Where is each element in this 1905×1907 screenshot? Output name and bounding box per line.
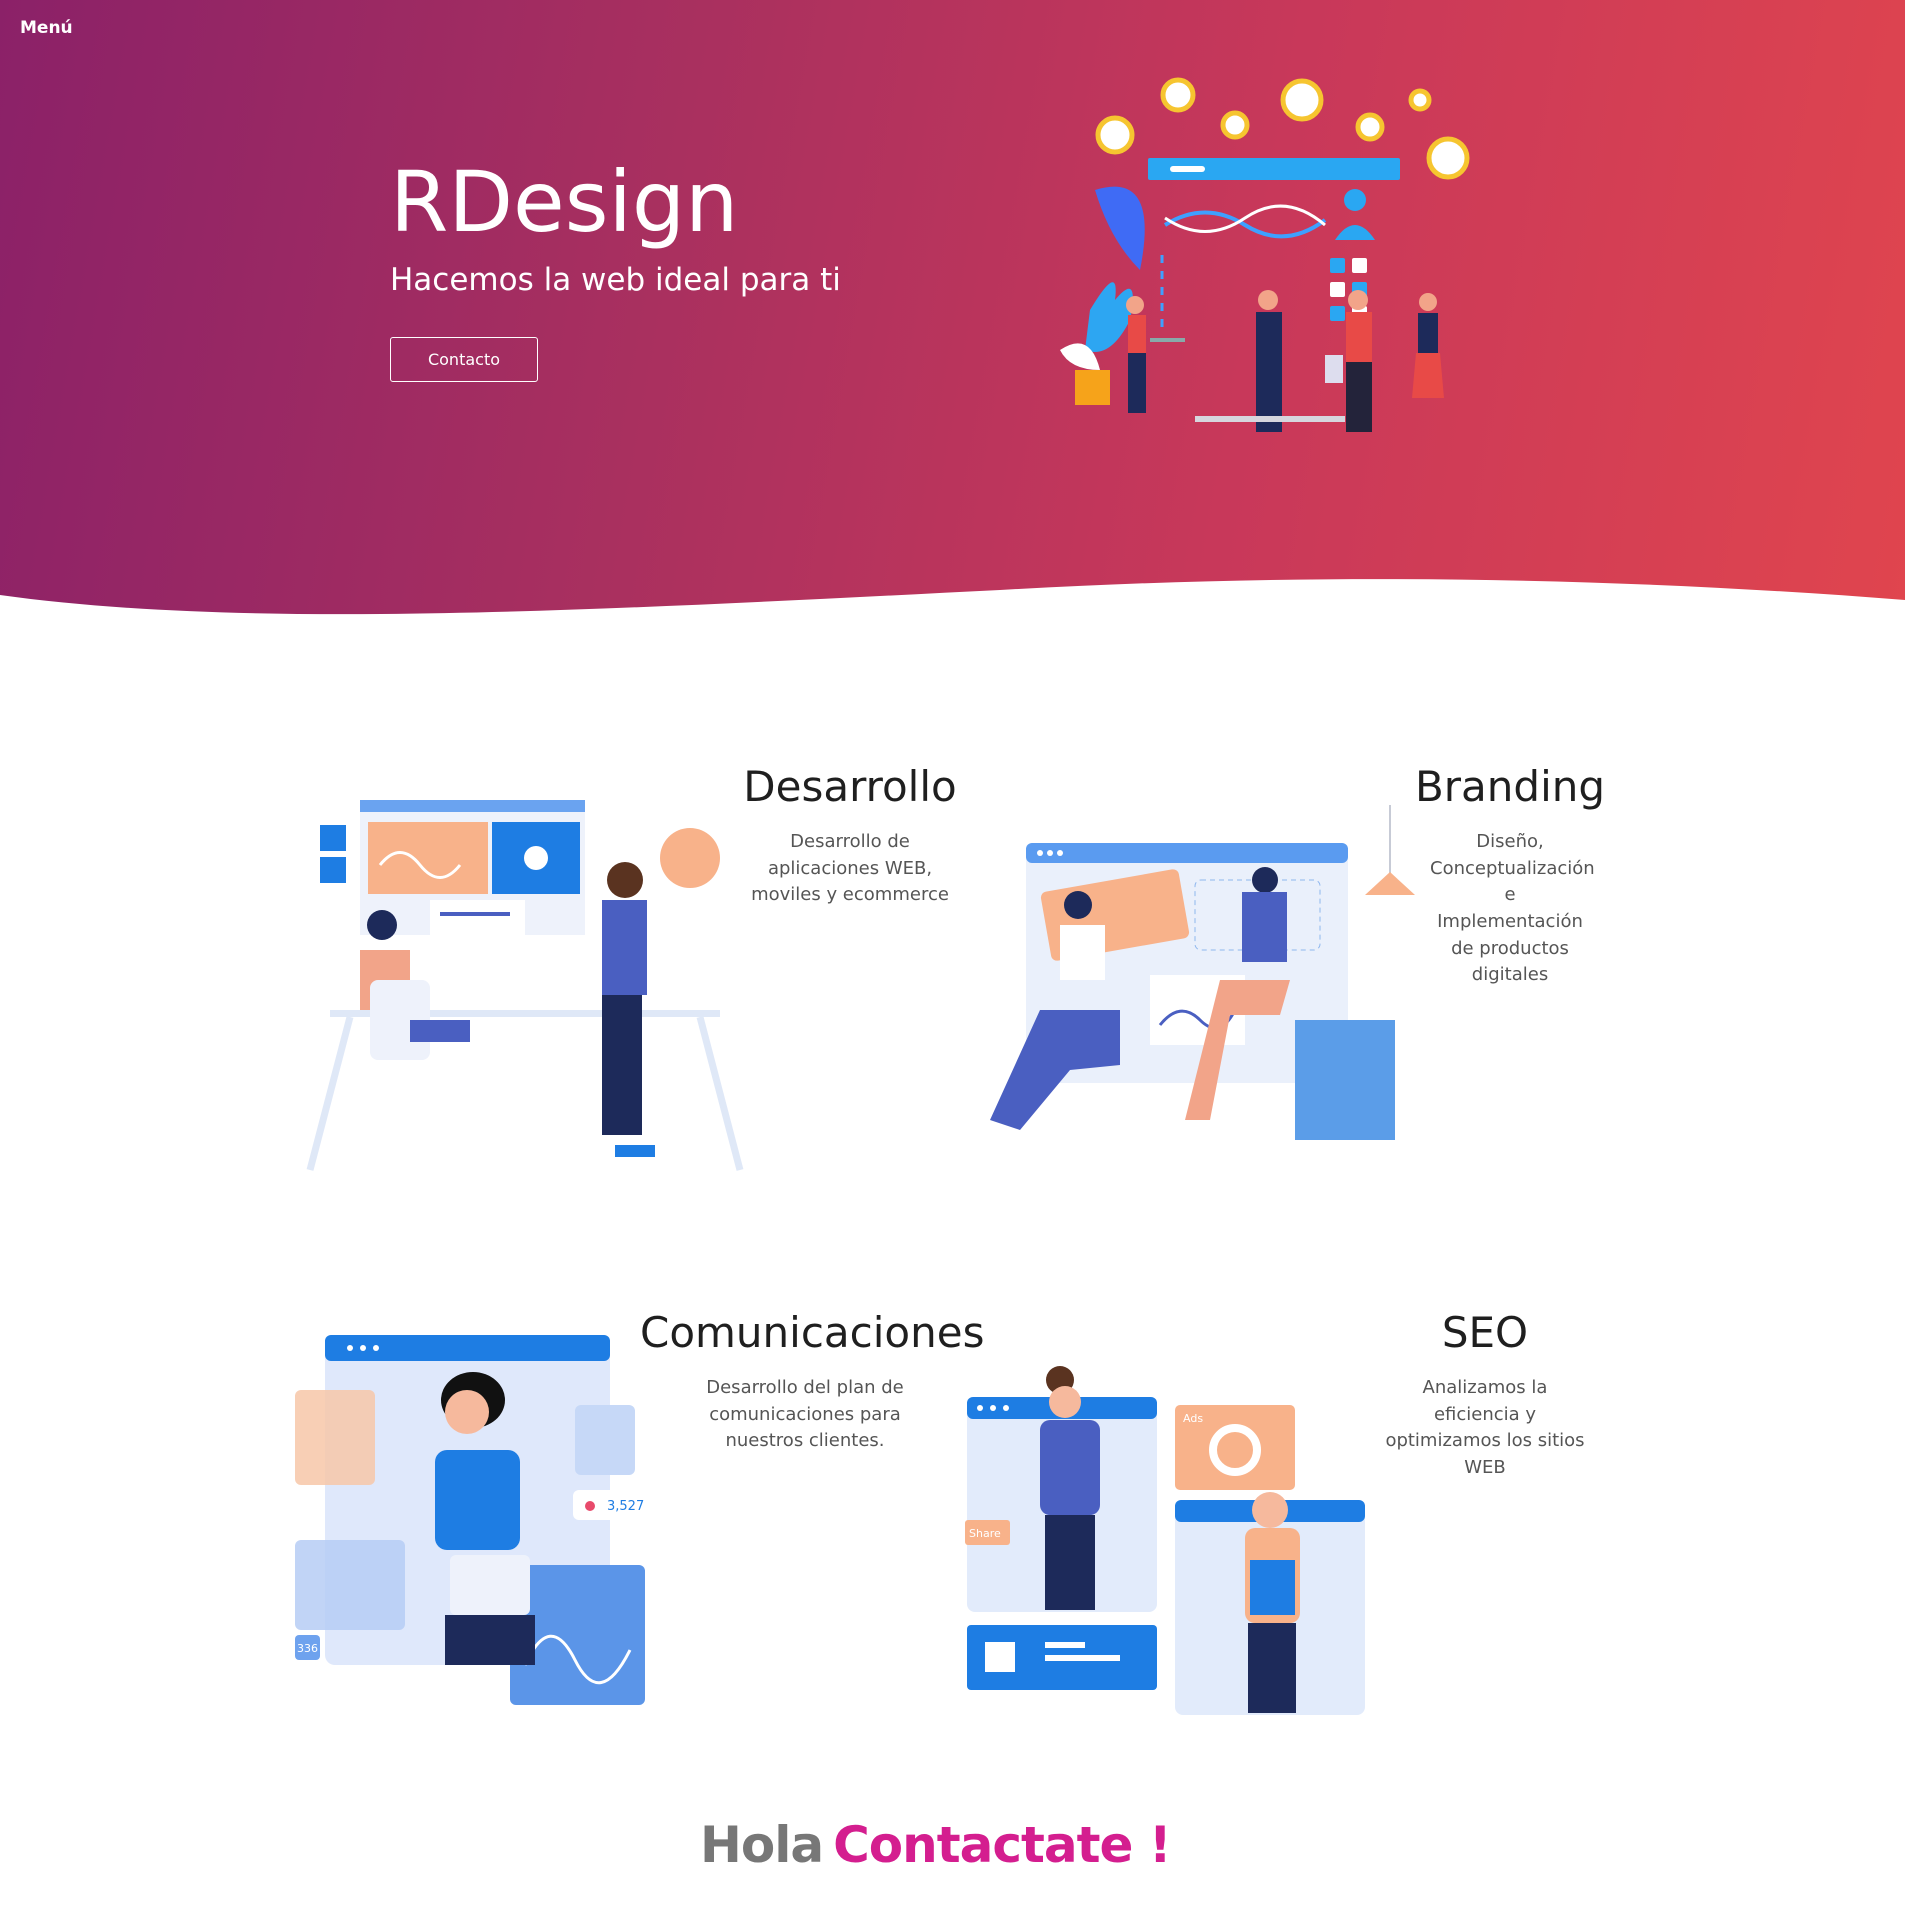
service-desc-comunicaciones: Desarrollo del plan de comunicaciones pa… [706, 1377, 904, 1452]
service-title-seo: SEO [1441, 1308, 1529, 1357]
seo-illustration: Share Ads [965, 1366, 1365, 1715]
service-title-desarrollo: Desarrollo [743, 762, 957, 811]
branding-illustration [990, 805, 1415, 1140]
service-title-comunicaciones: Comunicaciones [640, 1308, 985, 1357]
likes-count: 3,527 [607, 1499, 644, 1514]
service-desc-branding: Diseño, Conceptualización e Implementaci… [1430, 831, 1595, 986]
contact-heading: Hola Contactate ! [700, 1816, 1210, 1874]
ads-tag: Ads [1183, 1412, 1203, 1425]
service-desc-desarrollo: Desarrollo de aplicaciones WEB, moviles … [751, 831, 949, 906]
people-figures [1126, 290, 1444, 432]
hero-wave-divider [0, 579, 1905, 650]
contact-button[interactable]: Contacto [390, 337, 538, 382]
service-title-branding: Branding [1414, 762, 1606, 811]
contact-heading-hola: Hola [700, 1816, 824, 1874]
share-tag: Share [969, 1527, 1001, 1540]
hero-team-illustration [1060, 77, 1470, 432]
hero-section: Menú RDesign Hacemos la web ideal para t… [0, 0, 1905, 650]
communications-illustration: 3,527 336 [295, 1335, 645, 1705]
contact-heading-contactate: Contactate ! [833, 1816, 1172, 1874]
development-illustration [306, 800, 744, 1171]
hero-subtitle: Hacemos la web ideal para ti [390, 262, 841, 298]
menu-button[interactable]: Menú [20, 18, 73, 38]
hero-title: RDesign [390, 153, 739, 251]
counter-value: 336 [297, 1642, 318, 1655]
service-desc-seo: Analizamos la eficiencia y optimizamos l… [1385, 1377, 1585, 1478]
